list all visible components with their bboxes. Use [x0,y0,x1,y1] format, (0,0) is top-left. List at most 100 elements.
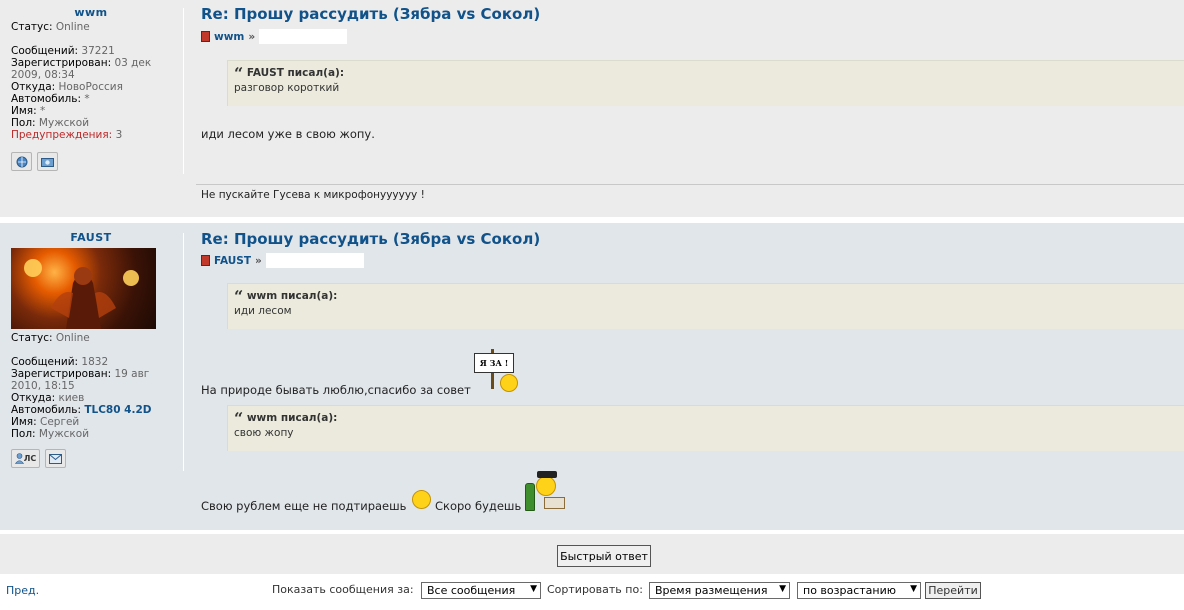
author-separator: » [255,254,262,267]
gallery-button[interactable] [37,152,58,171]
email-button[interactable] [45,449,66,468]
post-author[interactable]: FAUST [214,255,251,267]
sort-order-select[interactable]: по возрастанию ▼ [797,582,921,599]
status-label: Статус: [11,332,53,344]
redacted-date [265,253,364,268]
name-value: Сергей [39,416,80,428]
from-label: Откуда: [11,392,56,404]
status-value: Online [55,332,90,344]
registered-label: Зарегистрирован: [11,57,112,69]
quote-text: иди лесом [234,305,292,317]
status-value: Online [55,21,90,33]
post-profile-details: Статус: Online Сообщений: 1832 Зарегистр… [11,332,171,440]
post-title[interactable]: Re: Прошу рассудить (Зябра vs Сокол) [201,5,540,23]
quote-icon: “ [234,409,244,428]
status-label: Статус: [11,21,53,33]
hat-icon [537,471,557,478]
post-wwm: wwm Статус: Online Сообщений: 37221 Заре… [0,0,1184,217]
quote-author: wwm писал(а): [246,290,338,302]
name-label: Имя: [11,416,37,428]
redacted-date [259,29,348,44]
quote-text: свою жопу [234,427,294,439]
post-text: Скоро будешь [435,499,522,513]
pm-label: ЛС [23,454,37,463]
chevron-down-icon: ▼ [910,584,917,594]
quote-author: wwm писал(а): [246,412,338,424]
camera-icon [41,158,54,167]
post-username[interactable]: wwm [11,7,171,19]
go-button[interactable]: Перейти [925,582,981,599]
chevron-down-icon: ▼ [779,584,786,594]
post-faust: FAUST Статус: Online Сообщений: 1832 Зар… [0,223,1184,530]
sort-by-value: Время размещения [655,584,768,597]
globe-icon [16,156,27,167]
user-icon [14,453,24,464]
website-button[interactable] [11,152,32,171]
posts-label: Сообщений: [11,45,79,57]
posts-count: 1832 [81,356,109,368]
post-username[interactable]: FAUST [11,232,171,244]
from-value: НовоРоссия [58,81,123,93]
post-author-line: wwm » [201,29,348,44]
post-profile: FAUST [11,232,171,244]
chevron-down-icon: ▼ [530,584,537,594]
quote-icon: “ [234,64,244,83]
sex-value: Мужской [38,117,90,129]
bottle-icon [525,483,535,511]
show-posts-select[interactable]: Все сообщения ▼ [421,582,541,599]
quote-box: “ wwm писал(а): иди лесом [227,283,1184,329]
car-link[interactable]: TLC80 4.2D [84,404,151,416]
quote-author: FAUST писал(а): [246,67,345,79]
quote-box: “ wwm писал(а): свою жопу [227,405,1184,451]
avatar [11,248,156,329]
prev-page-link[interactable]: Пред. [6,584,39,597]
warnings-count: 3 [115,129,123,141]
fire-demon-avatar-icon [24,259,139,329]
car-label: Автомобиль: [11,404,81,416]
post-icon[interactable] [201,31,210,42]
smiley-face [536,476,556,496]
post-title[interactable]: Re: Прошу рассудить (Зябра vs Сокол) [201,230,540,248]
post-signature: Не пускайте Гусева к микрофонуууууу ! [201,189,425,201]
car-value: * [84,93,90,105]
post-author[interactable]: wwm [214,31,244,43]
sex-value: Мужской [38,428,90,440]
sort-order-value: по возрастанию [803,584,897,597]
signature-divider [196,184,1184,185]
post-profile: wwm Статус: Online Сообщений: 37221 Заре… [11,7,171,142]
sign-smiley: Я ЗА ! [474,347,520,393]
post-text: Свою рублем еще не подтираешь [201,499,407,513]
quote-text: разговор короткий [234,82,340,94]
from-label: Откуда: [11,81,56,93]
profile-divider [183,8,184,174]
car-label: Автомобиль: [11,93,81,105]
show-posts-value: Все сообщения [427,584,516,597]
profile-divider [183,233,184,471]
smiley-icon [412,490,431,509]
posts-count: 37221 [81,45,115,57]
pm-button[interactable]: ЛС [11,449,40,468]
sort-by-label: Сортировать по: [547,583,643,596]
registered-label: Зарегистрирован: [11,368,112,380]
quick-reply-button[interactable]: Быстрый ответ [557,545,651,567]
show-posts-label: Показать сообщения за: [272,583,414,596]
warnings-label: Предупреждения: [11,129,113,141]
sex-label: Пол: [11,428,36,440]
posts-label: Сообщений: [11,356,79,368]
quote-box: “ FAUST писал(а): разговор короткий [227,60,1184,106]
envelope-icon [49,453,62,464]
sort-by-select[interactable]: Время размещения ▼ [649,582,790,599]
post-icon[interactable] [201,255,210,266]
post-text: иди лесом уже в свою жопу. [201,127,375,141]
from-value: киев [58,392,85,404]
post-text: На природе бывать люблю,спасибо за совет [201,383,471,397]
quote-icon: “ [234,287,244,306]
name-value: * [39,105,46,117]
sex-label: Пол: [11,117,36,129]
sign-text: Я ЗА ! [474,353,514,373]
author-separator: » [248,30,256,43]
drinking-smiley-icon [524,471,566,511]
name-label: Имя: [11,105,37,117]
post-author-line: FAUST » [201,253,364,268]
smiley-icon [500,374,518,392]
